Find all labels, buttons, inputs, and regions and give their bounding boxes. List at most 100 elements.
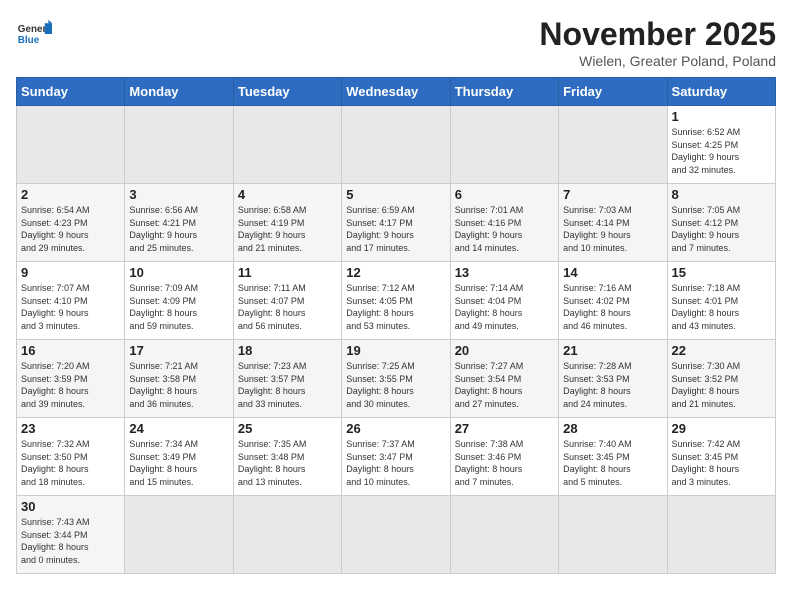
calendar-cell <box>125 106 233 184</box>
day-number: 5 <box>346 187 445 202</box>
day-number: 14 <box>563 265 662 280</box>
weekday-header-monday: Monday <box>125 78 233 106</box>
calendar-cell: 8Sunrise: 7:05 AM Sunset: 4:12 PM Daylig… <box>667 184 775 262</box>
calendar-cell: 18Sunrise: 7:23 AM Sunset: 3:57 PM Dayli… <box>233 340 341 418</box>
calendar-cell: 2 Sunrise: 6:54 AM Sunset: 4:23 PM Daylig… <box>17 184 125 262</box>
day-info: Sunrise: 7:43 AM Sunset: 3:44 PM Dayligh… <box>21 516 120 566</box>
day-info: Sunrise: 7:14 AM Sunset: 4:04 PM Dayligh… <box>455 282 554 332</box>
calendar-cell: 26 Sunrise: 7:37 AM Sunset: 3:47 PM Dayli… <box>342 418 450 496</box>
day-info: Sunrise: 7:07 AM Sunset: 4:10 PM Dayligh… <box>21 282 120 332</box>
calendar-cell: 10 Sunrise: 7:09 AM Sunset: 4:09 PM Dayli… <box>125 262 233 340</box>
day-info: Sunrise: 7:40 AM Sunset: 3:45 PM Dayligh… <box>563 438 662 488</box>
calendar-cell <box>667 496 775 574</box>
calendar-cell <box>233 496 341 574</box>
weekday-header-sunday: Sunday <box>17 78 125 106</box>
day-info: Sunrise: 7:18 AM Sunset: 4:01 PM Dayligh… <box>672 282 771 332</box>
calendar-cell <box>17 106 125 184</box>
day-number: 12 <box>346 265 445 280</box>
calendar-subtitle: Wielen, Greater Poland, Poland <box>539 53 776 69</box>
calendar-cell <box>342 106 450 184</box>
calendar-week-row: 9Sunrise: 7:07 AM Sunset: 4:10 PM Daylig… <box>17 262 776 340</box>
day-number: 25 <box>238 421 337 436</box>
calendar-cell: 29 Sunrise: 7:42 AM Sunset: 3:45 PM Dayli… <box>667 418 775 496</box>
day-info: Sunrise: 7:01 AM Sunset: 4:16 PM Dayligh… <box>455 204 554 254</box>
day-info: Sunrise: 6:58 AM Sunset: 4:19 PM Dayligh… <box>238 204 337 254</box>
day-info: Sunrise: 7:11 AM Sunset: 4:07 PM Dayligh… <box>238 282 337 332</box>
day-info: Sunrise: 7:03 AM Sunset: 4:14 PM Dayligh… <box>563 204 662 254</box>
day-number: 1 <box>672 109 771 124</box>
day-number: 19 <box>346 343 445 358</box>
day-info: Sunrise: 7:32 AM Sunset: 3:50 PM Dayligh… <box>21 438 120 488</box>
calendar-week-row: 2 Sunrise: 6:54 AM Sunset: 4:23 PM Daylig… <box>17 184 776 262</box>
calendar-cell: 15Sunrise: 7:18 AM Sunset: 4:01 PM Dayli… <box>667 262 775 340</box>
calendar-cell: 17Sunrise: 7:21 AM Sunset: 3:58 PM Dayli… <box>125 340 233 418</box>
calendar-cell: 13Sunrise: 7:14 AM Sunset: 4:04 PM Dayli… <box>450 262 558 340</box>
day-info: Sunrise: 7:27 AM Sunset: 3:54 PM Dayligh… <box>455 360 554 410</box>
weekday-header-saturday: Saturday <box>667 78 775 106</box>
calendar-cell: 30Sunrise: 7:43 AM Sunset: 3:44 PM Dayli… <box>17 496 125 574</box>
calendar-cell: 4 Sunrise: 6:58 AM Sunset: 4:19 PM Daylig… <box>233 184 341 262</box>
calendar-cell: 24Sunrise: 7:34 AM Sunset: 3:49 PM Dayli… <box>125 418 233 496</box>
day-number: 26 <box>346 421 445 436</box>
title-block: November 2025 Wielen, Greater Poland, Po… <box>539 16 776 69</box>
day-info: Sunrise: 7:34 AM Sunset: 3:49 PM Dayligh… <box>129 438 228 488</box>
calendar-cell: 3 Sunrise: 6:56 AM Sunset: 4:21 PM Daylig… <box>125 184 233 262</box>
day-info: Sunrise: 7:42 AM Sunset: 3:45 PM Dayligh… <box>672 438 771 488</box>
calendar-title: November 2025 <box>539 16 776 53</box>
calendar-cell: 23 Sunrise: 7:32 AM Sunset: 3:50 PM Dayli… <box>17 418 125 496</box>
calendar-cell <box>342 496 450 574</box>
weekday-header-tuesday: Tuesday <box>233 78 341 106</box>
day-info: Sunrise: 6:56 AM Sunset: 4:21 PM Dayligh… <box>129 204 228 254</box>
day-number: 6 <box>455 187 554 202</box>
day-info: Sunrise: 6:52 AM Sunset: 4:25 PM Dayligh… <box>672 126 771 176</box>
day-number: 29 <box>672 421 771 436</box>
page-header: General Blue November 2025 Wielen, Great… <box>16 16 776 69</box>
day-number: 16 <box>21 343 120 358</box>
calendar-cell <box>559 106 667 184</box>
day-number: 22 <box>672 343 771 358</box>
day-number: 11 <box>238 265 337 280</box>
day-number: 7 <box>563 187 662 202</box>
day-info: Sunrise: 7:28 AM Sunset: 3:53 PM Dayligh… <box>563 360 662 410</box>
weekday-header-wednesday: Wednesday <box>342 78 450 106</box>
day-info: Sunrise: 7:37 AM Sunset: 3:47 PM Dayligh… <box>346 438 445 488</box>
day-number: 28 <box>563 421 662 436</box>
calendar-cell <box>559 496 667 574</box>
calendar-cell: 9Sunrise: 7:07 AM Sunset: 4:10 PM Daylig… <box>17 262 125 340</box>
day-number: 4 <box>238 187 337 202</box>
day-info: Sunrise: 7:35 AM Sunset: 3:48 PM Dayligh… <box>238 438 337 488</box>
calendar-cell: 7 Sunrise: 7:03 AM Sunset: 4:14 PM Daylig… <box>559 184 667 262</box>
day-number: 3 <box>129 187 228 202</box>
calendar-cell <box>233 106 341 184</box>
logo-icon: General Blue <box>16 16 52 52</box>
calendar-table: SundayMondayTuesdayWednesdayThursdayFrid… <box>16 77 776 574</box>
svg-text:Blue: Blue <box>18 35 40 46</box>
calendar-cell: 21 Sunrise: 7:28 AM Sunset: 3:53 PM Dayli… <box>559 340 667 418</box>
calendar-cell: 22Sunrise: 7:30 AM Sunset: 3:52 PM Dayli… <box>667 340 775 418</box>
calendar-cell: 27Sunrise: 7:38 AM Sunset: 3:46 PM Dayli… <box>450 418 558 496</box>
calendar-cell: 12 Sunrise: 7:12 AM Sunset: 4:05 PM Dayli… <box>342 262 450 340</box>
logo: General Blue <box>16 16 52 52</box>
day-number: 23 <box>21 421 120 436</box>
day-info: Sunrise: 7:20 AM Sunset: 3:59 PM Dayligh… <box>21 360 120 410</box>
day-info: Sunrise: 7:25 AM Sunset: 3:55 PM Dayligh… <box>346 360 445 410</box>
day-info: Sunrise: 6:54 AM Sunset: 4:23 PM Dayligh… <box>21 204 120 254</box>
calendar-cell: 16 Sunrise: 7:20 AM Sunset: 3:59 PM Dayli… <box>17 340 125 418</box>
calendar-cell <box>125 496 233 574</box>
calendar-cell: 19 Sunrise: 7:25 AM Sunset: 3:55 PM Dayli… <box>342 340 450 418</box>
day-number: 2 <box>21 187 120 202</box>
day-info: Sunrise: 7:09 AM Sunset: 4:09 PM Dayligh… <box>129 282 228 332</box>
day-number: 21 <box>563 343 662 358</box>
calendar-cell: 11 Sunrise: 7:11 AM Sunset: 4:07 PM Dayli… <box>233 262 341 340</box>
calendar-cell <box>450 496 558 574</box>
day-info: Sunrise: 7:12 AM Sunset: 4:05 PM Dayligh… <box>346 282 445 332</box>
calendar-cell: 25 Sunrise: 7:35 AM Sunset: 3:48 PM Dayli… <box>233 418 341 496</box>
calendar-cell: 6 Sunrise: 7:01 AM Sunset: 4:16 PM Daylig… <box>450 184 558 262</box>
day-number: 17 <box>129 343 228 358</box>
calendar-cell: 14Sunrise: 7:16 AM Sunset: 4:02 PM Dayli… <box>559 262 667 340</box>
day-number: 10 <box>129 265 228 280</box>
calendar-cell <box>450 106 558 184</box>
calendar-week-row: 16 Sunrise: 7:20 AM Sunset: 3:59 PM Dayli… <box>17 340 776 418</box>
day-number: 27 <box>455 421 554 436</box>
calendar-cell: 1 Sunrise: 6:52 AM Sunset: 4:25 PM Daylig… <box>667 106 775 184</box>
